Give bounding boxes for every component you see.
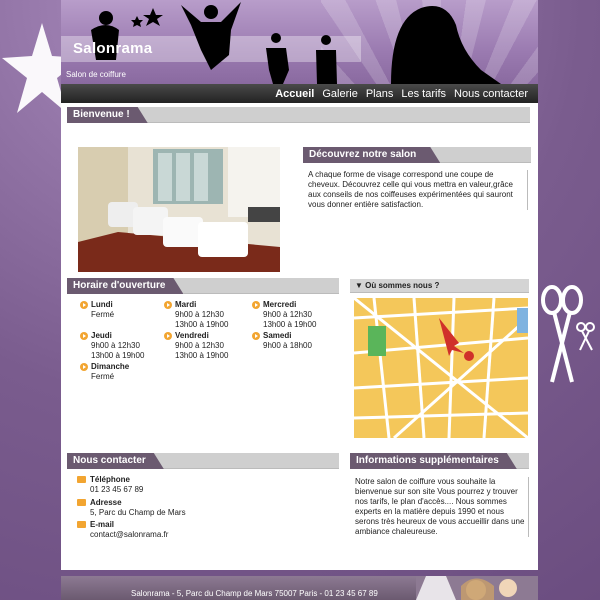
discover-text: A chaque forme de visage correspond une …	[308, 170, 528, 210]
page-container: Salonrama Salon de coiffure Accueil Gale…	[61, 0, 538, 570]
welcome-header: Bienvenue !	[67, 107, 530, 123]
arrow-icon	[80, 363, 88, 371]
discover-heading: Découvrez notre salon	[303, 147, 440, 163]
location-map[interactable]	[354, 298, 528, 438]
nav-item-galerie[interactable]: Galerie	[322, 88, 357, 100]
footer: Salonrama - 5, Parc du Champ de Mars 750…	[61, 576, 538, 600]
nav-item-contact[interactable]: Nous contacter	[454, 88, 528, 100]
info-text: Notre salon de coiffure vous souhaite la…	[355, 477, 529, 537]
arrow-icon	[164, 301, 172, 309]
house-icon	[77, 499, 86, 506]
main-nav: Accueil Galerie Plans Les tarifs Nous co…	[61, 84, 538, 103]
footer-photo	[416, 576, 538, 600]
map-header[interactable]: ▼ Où sommes nous ?	[350, 279, 529, 293]
welcome-heading: Bienvenue !	[67, 107, 148, 123]
header-banner: Salonrama Salon de coiffure	[61, 0, 538, 84]
contact-header: Nous contacter	[67, 453, 339, 469]
hours-header: Horaire d'ouverture	[67, 278, 339, 294]
arrow-icon	[252, 332, 260, 340]
arrow-icon	[164, 332, 172, 340]
contact-heading: Nous contacter	[67, 453, 164, 469]
arrow-icon	[252, 301, 260, 309]
footer-text: Salonrama - 5, Parc du Champ de Mars 750…	[131, 589, 378, 598]
mail-icon	[77, 521, 86, 528]
site-subtitle: Salon de coiffure	[66, 70, 126, 79]
map-heading: ▼ Où sommes nous ?	[355, 281, 440, 290]
salon-photo	[78, 147, 280, 272]
site-title: Salonrama	[73, 40, 153, 57]
discover-header: Découvrez notre salon	[303, 147, 531, 163]
info-heading: Informations supplémentaires	[350, 453, 517, 469]
nav-item-plans[interactable]: Plans	[366, 88, 394, 100]
arrow-icon	[80, 332, 88, 340]
nav-item-accueil[interactable]: Accueil	[275, 88, 314, 100]
nav-item-tarifs[interactable]: Les tarifs	[401, 88, 446, 100]
hours-heading: Horaire d'ouverture	[67, 278, 183, 294]
scissors-decoration	[541, 285, 595, 383]
info-header: Informations supplémentaires	[350, 453, 529, 469]
arrow-icon	[80, 301, 88, 309]
phone-icon	[77, 476, 86, 483]
